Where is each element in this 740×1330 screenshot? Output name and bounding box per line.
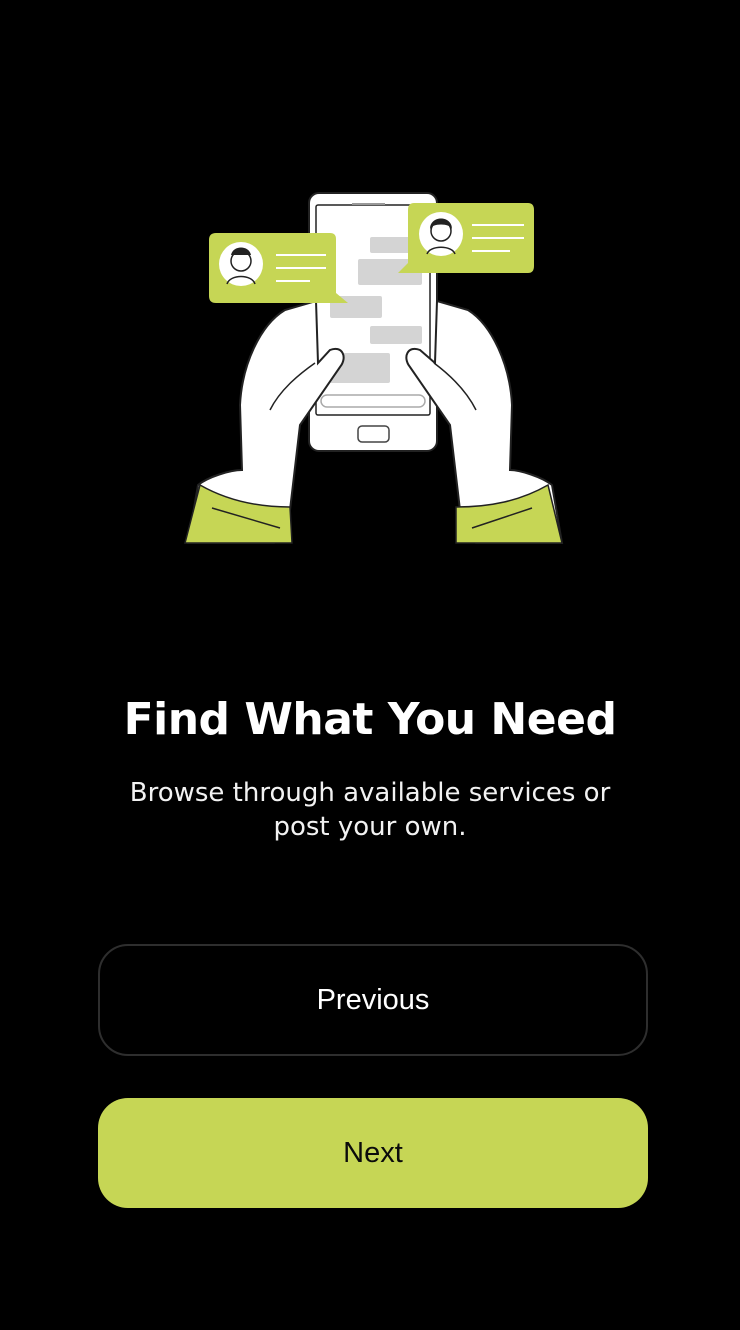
- next-button-label: Next: [343, 1136, 403, 1169]
- page-subtitle: Browse through available services or pos…: [129, 778, 611, 842]
- next-button[interactable]: Next: [98, 1098, 648, 1208]
- page-title: Find What You Need: [123, 694, 617, 745]
- previous-button-label: Previous: [316, 983, 430, 1016]
- hands-holding-phone-chat-icon: [180, 185, 570, 550]
- previous-button[interactable]: Previous: [98, 944, 648, 1056]
